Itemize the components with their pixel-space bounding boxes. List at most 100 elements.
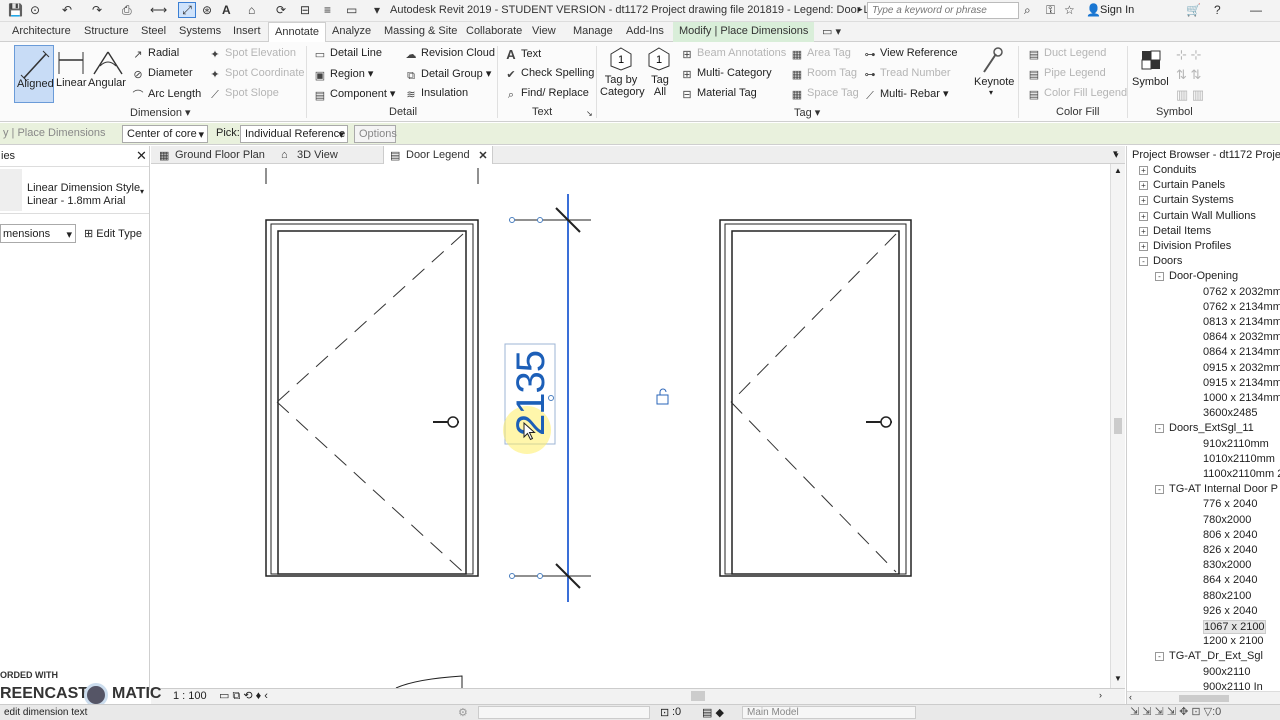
beam-system-icon[interactable]: ⇅ ⇅ [1176, 67, 1201, 83]
expand-icon[interactable]: + [1139, 211, 1148, 221]
browser-family-item[interactable]: Doors [1153, 255, 1182, 267]
pipe-legend-button[interactable]: ▤ Pipe Legend [1027, 67, 1106, 81]
browser-type-item[interactable]: 864 x 2040 [1203, 574, 1257, 586]
tab-structure[interactable]: Structure [84, 25, 129, 37]
view-tab-door-legend[interactable]: ▤ Door Legend ✕ [383, 146, 493, 164]
pick-select[interactable]: Individual Reference ▾ [240, 125, 348, 143]
detail-group-button[interactable]: ⧉ Detail Group ▾ [404, 67, 491, 83]
browser-type-item[interactable]: 0915 x 2134mm [1203, 377, 1280, 389]
design-options-icon[interactable]: ▤ ◆ [702, 706, 724, 719]
view-scale[interactable]: 1 : 100 [173, 690, 207, 702]
detail-line-button[interactable]: ▭ Detail Line [313, 47, 382, 61]
tab-modify-place-dimensions[interactable]: Modify | Place Dimensions [673, 22, 815, 42]
view-tab-ground-floor-plan[interactable]: ▦ Ground Floor Plan [153, 146, 271, 164]
sign-in-link[interactable]: Sign In [1100, 4, 1134, 16]
qat-dropdown-icon[interactable]: ▾ [374, 3, 380, 17]
placement-select[interactable]: Center of core ▾ [122, 125, 208, 143]
browser-type-item[interactable]: 0813 x 2134mm [1203, 316, 1280, 328]
collapse-icon[interactable]: - [1155, 652, 1164, 662]
multi-category-button[interactable]: ⊞ Multi- Category [680, 67, 771, 81]
browser-type-item[interactable]: 880x2100 [1203, 590, 1251, 602]
browser-type-item[interactable]: 1067 x 2100 [1203, 620, 1266, 634]
insulation-button[interactable]: ≋ Insulation [404, 87, 468, 101]
browser-type-item[interactable]: 830x2000 [1203, 559, 1251, 571]
browser-type-item[interactable]: 910x2110mm [1203, 438, 1269, 450]
browser-family-item[interactable]: Conduits [1153, 164, 1196, 176]
expand-icon[interactable]: + [1139, 181, 1148, 191]
browser-family-item[interactable]: Curtain Systems [1153, 194, 1234, 206]
browser-family-item[interactable]: Curtain Wall Mullions [1153, 210, 1256, 222]
browser-type-item[interactable]: 1100x2110mm 2 [1203, 468, 1280, 480]
tab-steel[interactable]: Steel [141, 25, 166, 37]
sync-icon[interactable]: ⟳ [276, 3, 286, 17]
view-control-icons[interactable]: ▭ ⧉ ⟲ ♦ ‹ [219, 689, 268, 703]
linear-button[interactable]: Linear [56, 46, 87, 102]
collapse-icon[interactable]: - [1155, 272, 1164, 282]
help-search-input[interactable]: Type a keyword or phrase [867, 2, 1019, 19]
spot-elevation-button[interactable]: ✦ Spot Elevation [208, 47, 296, 61]
type-selector[interactable]: Linear Dimension Style Linear - 1.8mm Ar… [0, 166, 149, 214]
cart-icon[interactable]: 🛒 [1186, 3, 1201, 17]
text-settings-arrow-icon[interactable]: ↘ [586, 109, 593, 118]
ribbon-options-icon[interactable]: ▭ ▾ [822, 25, 841, 38]
browser-type-item[interactable]: 0864 x 2032mm [1203, 331, 1280, 343]
tag-all-button[interactable]: 1 Tag All [646, 46, 672, 102]
angular-button[interactable]: Angular [88, 46, 128, 102]
material-tag-button[interactable]: ⊟ Material Tag [680, 87, 756, 101]
browser-family-item[interactable]: Door-Opening [1169, 270, 1238, 282]
aligned-dimension-quick-icon[interactable]: ⤢ [178, 2, 196, 18]
browser-type-item[interactable]: 0864 x 2134mm [1203, 346, 1280, 358]
collapse-icon[interactable]: - [1139, 257, 1148, 267]
browser-type-item[interactable]: 806 x 2040 [1203, 529, 1257, 541]
subscription-icon[interactable]: ⚿ [1046, 3, 1055, 18]
browser-family-item[interactable]: TG-AT_Dr_Ext_Sgl [1169, 650, 1263, 662]
tab-massing-site[interactable]: Massing & Site [384, 25, 457, 37]
tab-systems[interactable]: Systems [179, 25, 221, 37]
view-tab-3d-view[interactable]: ⌂ 3D View [275, 146, 344, 164]
star-icon[interactable]: ☆ [1064, 3, 1075, 17]
room-tag-button[interactable]: ▦ Room Tag [790, 67, 857, 81]
edit-type-button[interactable]: ⊞ Edit Type [80, 224, 146, 243]
tag-by-category-button[interactable]: 1 Tag by Category [600, 46, 645, 102]
measure-icon[interactable]: ⟷ [150, 3, 167, 17]
tab-add-ins[interactable]: Add-Ins [626, 25, 664, 37]
options-button[interactable]: Options [354, 125, 397, 143]
find-replace-button[interactable]: ⌕ Find/ Replace [504, 87, 589, 102]
color-fill-legend-button[interactable]: ▤ Color Fill Legend [1027, 87, 1127, 101]
scroll-right-icon[interactable]: › [1099, 690, 1102, 700]
text-button[interactable]: A Text [504, 47, 541, 62]
switch-windows-icon[interactable]: ▭ [346, 3, 357, 17]
browser-family-item[interactable]: Doors_ExtSgl_11 [1169, 422, 1254, 434]
browser-type-item[interactable]: 776 x 2040 [1203, 498, 1257, 510]
browser-family-item[interactable]: Division Profiles [1153, 240, 1231, 252]
browser-type-item[interactable]: 1200 x 2100 [1203, 635, 1264, 647]
arc-length-button[interactable]: ⌒ Arc Length [131, 87, 202, 102]
tab-insert[interactable]: Insert [233, 25, 261, 37]
browser-type-item[interactable]: 3600x2485 [1203, 407, 1257, 419]
spot-slope-button[interactable]: ⟋ Spot Slope [208, 87, 279, 102]
tab-annotate[interactable]: Annotate [268, 22, 327, 43]
check-spelling-button[interactable]: ✔ Check Spelling [504, 67, 594, 81]
revision-cloud-button[interactable]: ☁ Revision Cloud [404, 47, 495, 61]
browser-type-item[interactable]: 780x2000 [1203, 514, 1251, 526]
editable-only-icon[interactable]: ⊡ [660, 706, 669, 719]
close-icon[interactable]: ✕ [136, 148, 147, 164]
symbol-button[interactable]: Symbol [1132, 46, 1170, 102]
region-button[interactable]: ▣ Region ▾ [313, 67, 374, 82]
view-reference-button[interactable]: ⊶ View Reference [863, 47, 958, 61]
expand-icon[interactable]: + [1139, 166, 1148, 175]
expand-icon[interactable]: + [1139, 242, 1148, 251]
scroll-thumb[interactable] [1179, 695, 1229, 702]
browser-type-item[interactable]: 826 x 2040 [1203, 544, 1257, 556]
print-icon[interactable]: ⎙ [122, 3, 132, 18]
sections-icon[interactable]: ⊟ [300, 3, 310, 17]
minimize-icon[interactable]: — [1250, 3, 1262, 17]
tag-icon[interactable]: ⊛ [202, 3, 212, 17]
space-tag-button[interactable]: ▦ Space Tag [790, 87, 859, 101]
beam-annotations-button[interactable]: ⊞ Beam Annotations [680, 47, 786, 61]
tab-collaborate[interactable]: Collaborate [466, 25, 522, 37]
duct-legend-button[interactable]: ▤ Duct Legend [1027, 47, 1107, 61]
browser-dock-icon[interactable]: ▾ [1114, 150, 1119, 161]
workset-select[interactable] [478, 706, 650, 719]
lock-icon[interactable] [656, 388, 669, 405]
